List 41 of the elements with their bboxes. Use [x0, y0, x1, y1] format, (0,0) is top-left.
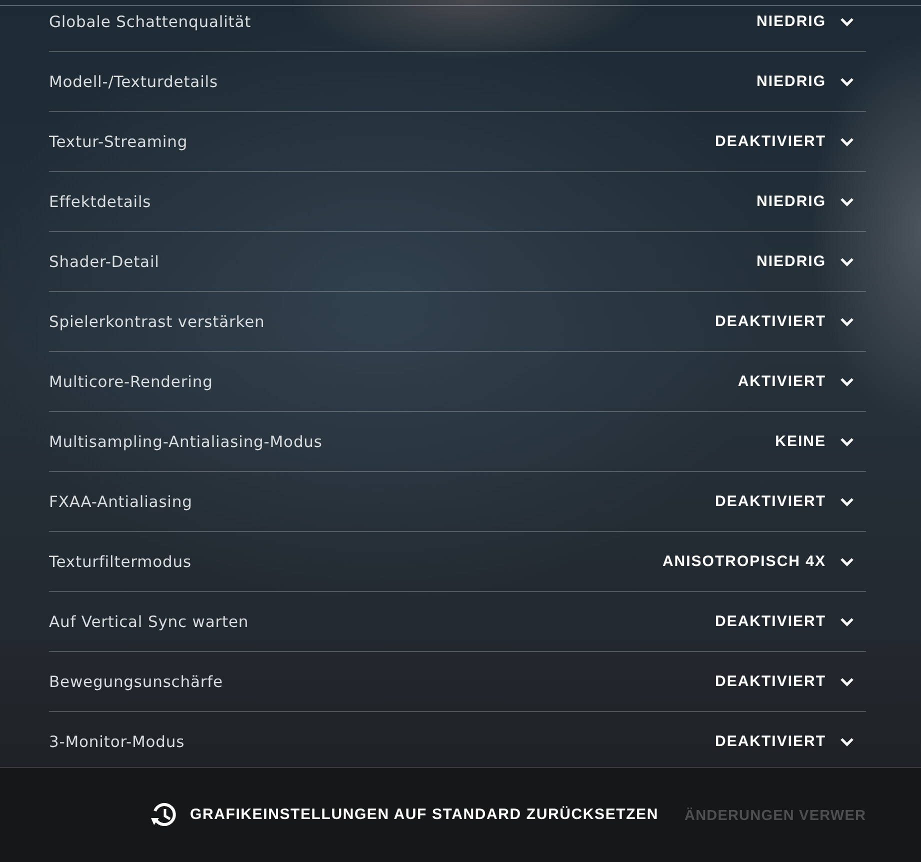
chevron-icon	[840, 196, 854, 206]
setting-label: Effektdetails	[49, 192, 152, 210]
setting-label: Texturfiltermodus	[49, 552, 192, 570]
value-dropdown[interactable]: KEINE	[775, 433, 866, 450]
setting-label: Spielerkontrast verstärken	[49, 312, 265, 330]
value-dropdown[interactable]: AKTIVIERT	[738, 373, 866, 390]
setting-label: 3-Monitor-Modus	[49, 732, 185, 750]
chevron-icon	[840, 556, 854, 566]
value-dropdown[interactable]: DEAKTIVIERT	[714, 493, 866, 510]
setting-label: Modell-/Texturdetails	[49, 72, 218, 90]
setting-label: Bewegungsunschärfe	[49, 672, 223, 690]
chevron-icon	[840, 616, 854, 626]
setting-label: Multisampling-Antialiasing-Modus	[49, 432, 322, 450]
value-dropdown[interactable]: DEAKTIVIERT	[714, 133, 866, 150]
setting-label: Textur-Streaming	[49, 132, 188, 150]
chevron-icon	[840, 316, 854, 326]
history-icon	[150, 800, 178, 828]
value-dropdown[interactable]: DEAKTIVIERT	[714, 313, 866, 330]
chevron-icon	[840, 376, 854, 386]
value-dropdown[interactable]: NIEDRIG	[756, 13, 866, 30]
reset-button[interactable]: GRAFIKEINSTELLUNGEN AUF STANDARD ZURÜCKSETZEN	[150, 800, 658, 828]
value-dropdown[interactable]: NIEDRIG	[756, 193, 866, 210]
setting-label: Globale Schattenqualität	[49, 12, 252, 30]
chevron-icon	[840, 436, 854, 446]
value-dropdown[interactable]: NIEDRIG	[756, 73, 866, 90]
setting-label: FXAA-Antialiasing	[49, 492, 192, 510]
chevron-icon	[840, 256, 854, 266]
setting-label: Auf Vertical Sync warten	[49, 612, 249, 630]
value-dropdown[interactable]: DEAKTIVIERT	[714, 733, 866, 750]
value-dropdown[interactable]: DEAKTIVIERT	[714, 613, 866, 630]
chevron-icon	[840, 16, 854, 26]
value-dropdown[interactable]: NIEDRIG	[756, 253, 866, 270]
value-dropdown[interactable]: DEAKTIVIERT	[714, 673, 866, 690]
setting-label: Shader-Detail	[49, 252, 160, 270]
value-dropdown[interactable]: ANISOTROPISCH 4X	[662, 553, 866, 570]
chevron-icon	[840, 136, 854, 146]
setting-label: Multicore-Rendering	[49, 372, 213, 390]
chevron-icon	[840, 496, 854, 506]
chevron-icon	[840, 76, 854, 86]
chevron-icon	[840, 676, 854, 686]
chevron-icon	[840, 736, 854, 746]
